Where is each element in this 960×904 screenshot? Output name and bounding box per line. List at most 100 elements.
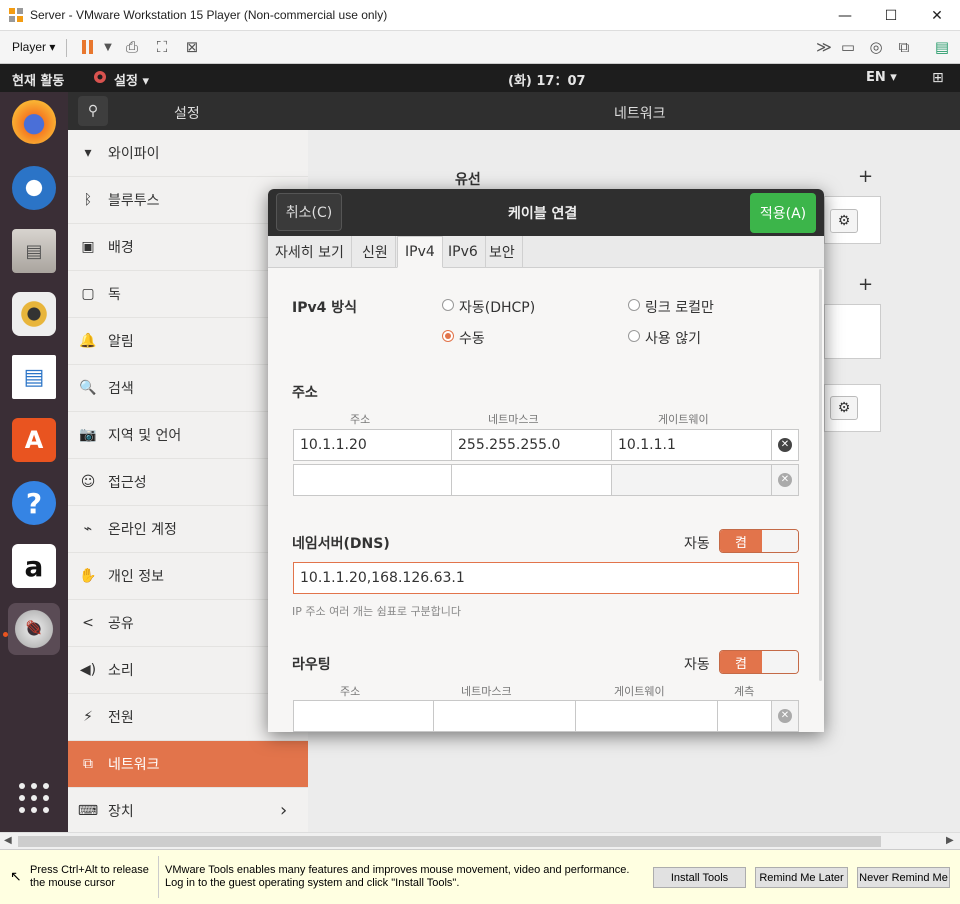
sidebar-item-label: 장치: [108, 804, 134, 820]
gear-icon[interactable]: ⚙: [830, 396, 858, 420]
route-col-metric: 계측: [734, 685, 755, 698]
show-applications-icon[interactable]: [18, 782, 50, 814]
address-input-empty[interactable]: [293, 464, 452, 496]
scrollbar-thumb[interactable]: [18, 836, 881, 847]
horizontal-scrollbar[interactable]: ◀ ▶: [0, 832, 960, 849]
radio-manual[interactable]: [442, 330, 454, 342]
settings-gear-icon: [92, 69, 108, 85]
amazon-launcher[interactable]: a: [8, 540, 60, 592]
writer-icon: ▤: [12, 355, 56, 399]
dialog-scrollbar[interactable]: [819, 269, 822, 681]
sidebar-item-wifi[interactable]: ▾ 와이파이: [68, 130, 308, 177]
sidebar-item-network[interactable]: ⧉ 네트워크: [68, 741, 308, 788]
notify-divider: [158, 856, 159, 898]
vmware-icon: [8, 7, 24, 23]
remind-later-button[interactable]: Remind Me Later: [755, 867, 848, 888]
gateway-input[interactable]: 10.1.1.1: [611, 429, 772, 461]
toggle-knob: [762, 530, 798, 552]
route-metric-input[interactable]: [717, 700, 772, 732]
activities-button[interactable]: 현재 활동: [12, 70, 64, 89]
input-language-menu[interactable]: EN ▾: [866, 70, 897, 85]
background-icon: ▣: [81, 239, 95, 255]
add-wired-button[interactable]: +: [858, 166, 873, 187]
address-input[interactable]: 10.1.1.20: [293, 429, 452, 461]
message-log-icon[interactable]: ▤: [932, 37, 952, 57]
settings-launcher[interactable]: ✎: [8, 603, 60, 655]
radio-dhcp-label: 자동(DHCP): [459, 300, 536, 316]
sidebar-item-devices[interactable]: ⌨ 장치 ›: [68, 788, 308, 835]
pause-icon[interactable]: [78, 37, 98, 57]
scroll-left-icon[interactable]: ◀: [4, 835, 12, 846]
settings-app-menu[interactable]: 설정 ▾: [114, 70, 149, 89]
search-icon: 🔍: [79, 380, 97, 396]
window-title: Server - VMware Workstation 15 Player (N…: [30, 8, 388, 22]
delete-address-button-disabled: ✕: [771, 464, 799, 496]
sidebar-item-label: 개인 정보: [108, 569, 164, 585]
dns-section-title: 네임서버(DNS): [292, 536, 390, 552]
never-remind-button[interactable]: Never Remind Me: [857, 867, 950, 888]
route-address-input[interactable]: [293, 700, 434, 732]
online-accounts-icon: ⌁: [83, 521, 93, 537]
close-circle-icon: ✕: [778, 438, 792, 452]
thunderbird-launcher[interactable]: [8, 162, 60, 214]
search-icon[interactable]: ⚲: [78, 96, 108, 126]
dialog-header: 취소(C) 케이블 연결 적용(A): [268, 189, 824, 236]
route-col-netmask: 네트마스크: [461, 685, 512, 698]
maximize-button[interactable]: ☐: [868, 0, 914, 31]
tab-security[interactable]: 보안: [482, 236, 523, 268]
accessibility-icon: ☺: [80, 474, 96, 490]
rhythmbox-launcher[interactable]: [8, 288, 60, 340]
files-launcher[interactable]: ▤: [8, 225, 60, 277]
tab-identity[interactable]: 신원: [355, 236, 396, 268]
radio-link-local[interactable]: [628, 299, 640, 311]
help-launcher[interactable]: ?: [8, 477, 60, 529]
delete-address-button[interactable]: ✕: [771, 429, 799, 461]
files-icon: ▤: [12, 229, 56, 273]
close-button[interactable]: ✕: [914, 0, 960, 31]
bell-icon: 🔔: [79, 333, 97, 349]
tab-ipv6[interactable]: IPv6: [441, 236, 486, 268]
pause-dropdown-icon[interactable]: ▼: [98, 37, 118, 57]
sidebar-item-label: 지역 및 언어: [108, 428, 182, 444]
scroll-right-icon[interactable]: ▶: [946, 835, 954, 846]
libreoffice-writer-launcher[interactable]: ▤: [8, 351, 60, 403]
network-icon: ⧉: [83, 756, 93, 772]
unity-icon[interactable]: ⊠: [182, 37, 202, 57]
col-header-address: 주소: [350, 413, 371, 426]
gateway-input-empty[interactable]: [611, 464, 772, 496]
netmask-input-empty[interactable]: [451, 464, 612, 496]
radio-dhcp[interactable]: [442, 299, 454, 311]
network-status-icon[interactable]: ⊞: [932, 70, 944, 86]
dns-auto-toggle[interactable]: 켬: [719, 529, 799, 553]
route-col-address: 주소: [340, 685, 361, 698]
route-gateway-input[interactable]: [575, 700, 718, 732]
radio-disabled[interactable]: [628, 330, 640, 342]
network-adapter-icon[interactable]: ⧉: [894, 37, 914, 57]
software-launcher[interactable]: A: [8, 414, 60, 466]
tab-details[interactable]: 자세히 보기: [268, 236, 352, 268]
apply-button[interactable]: 적용(A): [750, 193, 816, 233]
tab-ipv4[interactable]: IPv4: [397, 236, 443, 268]
dns-input[interactable]: 10.1.1.20,168.126.63.1: [293, 562, 799, 594]
cd-icon[interactable]: ◎: [866, 37, 886, 57]
wired-connection-dialog: 취소(C) 케이블 연결 적용(A) ⚙ 자세히 보기 신원 IPv4 IPv6…: [268, 189, 858, 732]
page-title: 네트워크: [614, 106, 666, 122]
dns-auto-label: 자동: [684, 536, 710, 552]
gear-icon[interactable]: ⚙: [830, 209, 858, 233]
minimize-button[interactable]: —: [822, 0, 868, 31]
close-circle-icon: ✕: [778, 709, 792, 723]
install-tools-button[interactable]: Install Tools: [653, 867, 746, 888]
player-menu[interactable]: Player ▾: [12, 40, 55, 54]
route-netmask-input[interactable]: [433, 700, 576, 732]
netmask-input[interactable]: 255.255.255.0: [451, 429, 612, 461]
hard-disk-icon[interactable]: ▭: [838, 37, 858, 57]
more-devices-icon[interactable]: ≫: [814, 37, 834, 57]
add-vpn-button[interactable]: +: [858, 274, 873, 295]
firefox-launcher[interactable]: [8, 96, 60, 148]
cancel-button[interactable]: 취소(C): [276, 193, 342, 231]
routing-auto-toggle[interactable]: 켬: [719, 650, 799, 674]
sidebar-item-label: 공유: [108, 616, 134, 632]
fullscreen-icon[interactable]: ⛶: [152, 37, 172, 57]
clock[interactable]: (화) 17：07: [508, 70, 586, 89]
send-ctrl-alt-del-icon[interactable]: ⎙: [122, 37, 142, 57]
